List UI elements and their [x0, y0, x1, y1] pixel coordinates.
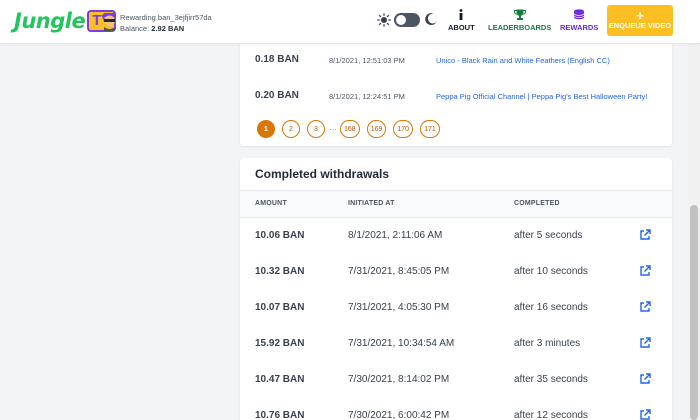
withdrawal-amount: 10.07 BAN — [255, 302, 305, 313]
withdrawal-initiated: 7/31/2021, 4:05:30 PM — [348, 302, 450, 313]
scrollbar-thumb[interactable] — [690, 205, 698, 420]
moon-icon[interactable] — [424, 12, 438, 26]
withdrawal-completed: after 35 seconds — [514, 374, 588, 385]
column-header-completed: COMPLETED — [514, 200, 560, 207]
external-link-icon[interactable] — [639, 409, 651, 420]
request-date: 8/1/2021, 12:51:03 PM — [329, 56, 405, 65]
balance-label: Balance: — [120, 24, 150, 33]
external-link-icon[interactable] — [639, 265, 651, 277]
external-link-icon[interactable] — [639, 301, 651, 313]
list-item: 0.18 BAN 8/1/2021, 12:51:03 PM Unico - B… — [240, 50, 672, 70]
page-button-171[interactable]: 171 — [420, 120, 440, 138]
external-link-icon[interactable] — [639, 229, 651, 241]
withdrawal-amount: 10.32 BAN — [255, 266, 305, 277]
balance-value: 2.92 BAN — [151, 24, 185, 33]
balance: Balance: 2.92 BAN — [120, 23, 212, 34]
table-row: 10.32 BAN 7/31/2021, 8:45:05 PM after 10… — [240, 253, 672, 289]
column-header-initiated: INITIATED AT — [348, 200, 395, 207]
info-icon — [459, 9, 463, 20]
withdrawal-completed: after 10 seconds — [514, 266, 588, 277]
coins-icon — [573, 9, 585, 20]
table-header: AMOUNT INITIATED AT COMPLETED — [240, 190, 672, 218]
logo-text: Jungle — [14, 9, 86, 33]
request-amount: 0.18 BAN — [255, 54, 299, 65]
avatar — [103, 13, 116, 31]
page-button-169[interactable]: 169 — [366, 120, 387, 138]
withdrawal-initiated: 7/30/2021, 6:00:42 PM — [348, 410, 450, 420]
withdrawal-amount: 10.06 BAN — [255, 230, 305, 241]
withdrawal-initiated: 7/31/2021, 8:45:05 PM — [348, 266, 450, 277]
list-item: 0.20 BAN 8/1/2021, 12:24:51 PM Peppa Pig… — [240, 86, 672, 106]
plus-icon: + — [636, 8, 644, 23]
external-link-icon[interactable] — [639, 337, 651, 349]
about-label: ABOUT — [448, 23, 475, 32]
rewards-button[interactable]: REWARDS — [560, 9, 598, 32]
about-button[interactable]: ABOUT — [448, 9, 475, 32]
sun-icon[interactable] — [377, 13, 391, 27]
withdrawal-initiated: 7/30/2021, 8:14:02 PM — [348, 374, 450, 385]
request-video-link[interactable]: Peppa Pig Official Channel | Peppa Pig's… — [436, 92, 647, 101]
pagination-ellipsis: ··· — [329, 124, 337, 134]
pagination: 1 2 3 ··· 168 169 170 171 — [257, 120, 447, 138]
withdrawal-completed: after 12 seconds — [514, 410, 588, 420]
withdrawal-amount: 10.47 BAN — [255, 374, 305, 385]
theme-toggle[interactable] — [394, 13, 420, 27]
rewards-label: REWARDS — [560, 23, 599, 32]
completed-withdrawals-card: Completed withdrawals AMOUNT INITIATED A… — [240, 158, 672, 420]
table-row: 10.06 BAN 8/1/2021, 2:11:06 AM after 5 s… — [240, 217, 672, 253]
request-video-link[interactable]: Unico - Black Rain and White Feathers (E… — [436, 56, 610, 65]
page-button-3[interactable]: 3 — [307, 120, 325, 138]
enqueue-label: ENQUEUE VIDEO — [608, 21, 672, 30]
rewarding-address: Rewarding ban_3ejfjirr57da — [120, 13, 212, 22]
top-navbar: Jungle TV Rewarding ban_3ejfjirr57da Bal… — [0, 0, 700, 44]
request-amount: 0.20 BAN — [255, 90, 299, 101]
rewards-history-card: 0.18 BAN 8/1/2021, 12:51:03 PM Unico - B… — [240, 43, 672, 146]
page-button-1[interactable]: 1 — [257, 120, 275, 138]
user-info: Rewarding ban_3ejfjirr57da Balance: 2.92… — [120, 12, 212, 34]
leaderboards-button[interactable]: LEADERBOARDS — [488, 9, 551, 32]
withdrawal-amount: 15.92 BAN — [255, 338, 305, 349]
leaderboards-label: LEADERBOARDS — [488, 23, 552, 32]
table-row: 10.07 BAN 7/31/2021, 4:05:30 PM after 16… — [240, 289, 672, 325]
withdrawal-amount: 10.76 BAN — [255, 410, 305, 420]
table-row: 10.47 BAN 7/30/2021, 8:14:02 PM after 35… — [240, 361, 672, 397]
page-button-2[interactable]: 2 — [282, 120, 300, 138]
page-button-168[interactable]: 168 — [340, 120, 360, 138]
withdrawal-initiated: 8/1/2021, 2:11:06 AM — [348, 230, 443, 241]
withdrawal-completed: after 5 seconds — [514, 230, 583, 241]
toggle-knob — [396, 15, 406, 25]
enqueue-video-button[interactable]: + ENQUEUE VIDEO — [607, 5, 673, 36]
column-header-amount: AMOUNT — [255, 200, 287, 207]
withdrawal-completed: after 3 minutes — [514, 338, 581, 349]
table-row: 15.92 BAN 7/31/2021, 10:34:54 AM after 3… — [240, 325, 672, 361]
external-link-icon[interactable] — [639, 373, 651, 385]
trophy-icon — [513, 9, 526, 20]
withdrawal-completed: after 16 seconds — [514, 302, 588, 313]
table-row: 10.76 BAN 7/30/2021, 6:00:42 PM after 12… — [240, 397, 672, 420]
page-button-170[interactable]: 170 — [393, 120, 414, 138]
withdrawal-initiated: 7/31/2021, 10:34:54 AM — [348, 338, 455, 349]
section-title: Completed withdrawals — [255, 167, 390, 181]
request-date: 8/1/2021, 12:24:51 PM — [329, 92, 405, 101]
